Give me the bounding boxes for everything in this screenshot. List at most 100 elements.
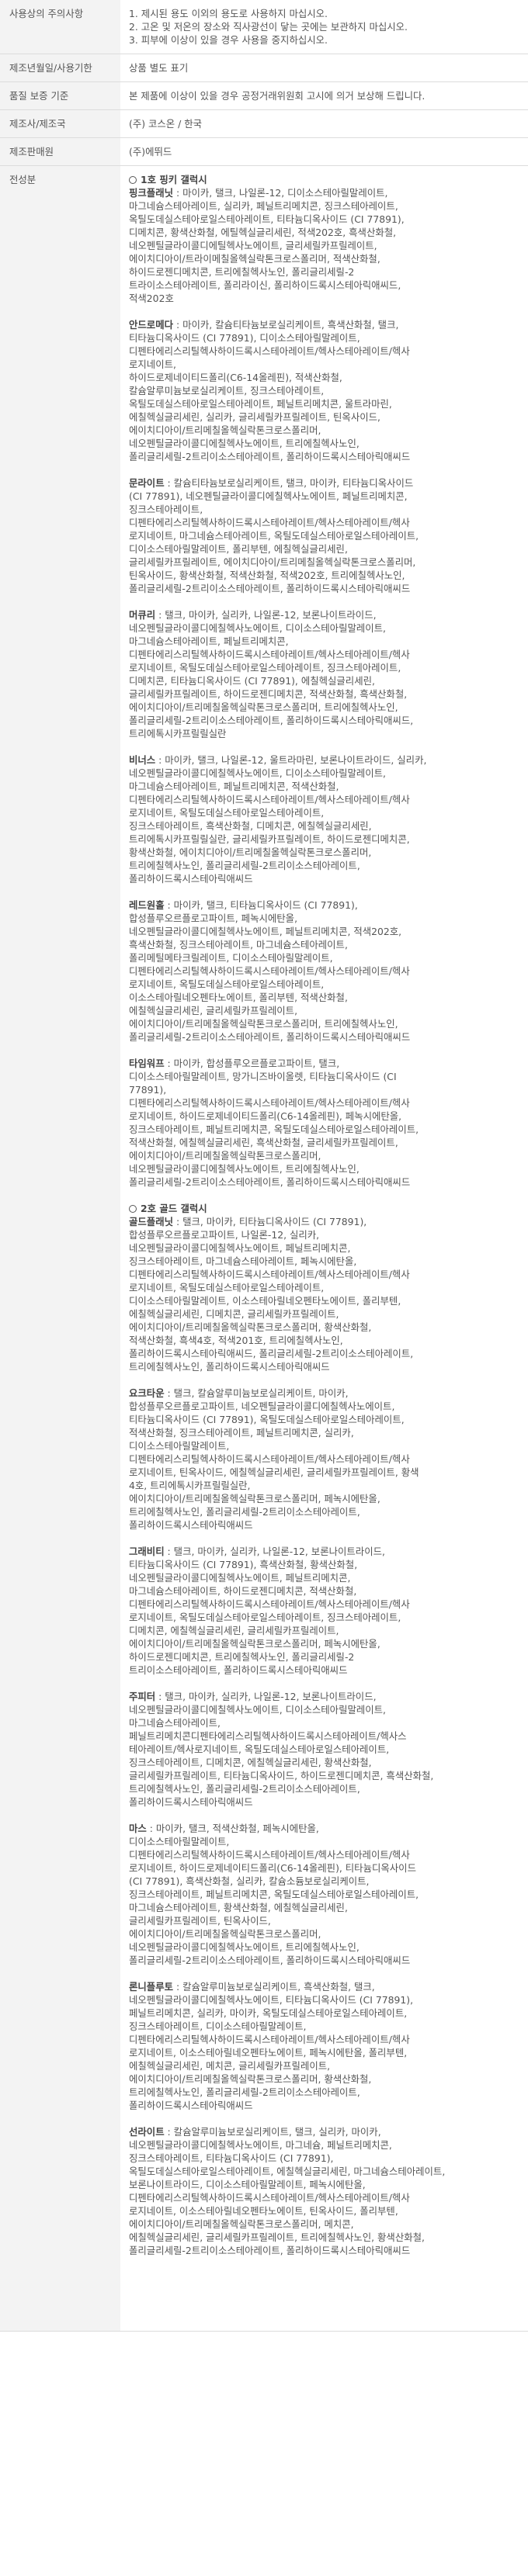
ingredient-line: 트리이소스테아레이트, 폴리하이드록시스테아릭애씨드	[129, 1664, 348, 1676]
ingredient-line: 디이소스테아릴말레이트,	[129, 1440, 230, 1452]
ingredient-line: 디펜타에리스리틸헥사하이드록시스테아레이트/헥사스테아레이트/헥사	[129, 1849, 410, 1861]
ingredient-line: 네오펜틸글라이콜디에칠헥사노에이트, 디이소스테아릴말레이트,	[129, 767, 386, 779]
ingredient-line: 폴리하이드록시스테아릭애씨드	[129, 2100, 253, 2111]
ingredient-text: 마이카, 탤크, 적색산화철, 페녹시에탄올,	[155, 1823, 319, 1834]
circle-icon	[129, 1204, 137, 1213]
info-value-line: (주) 코스온 / 한국	[129, 118, 203, 130]
ingredient-line: 옥틸도데실스테아로일스테아레이트, 페닐트리메치콘, 울트라마린,	[129, 398, 392, 410]
name-separator: :	[155, 1691, 165, 1702]
ingredient-line: 글리세릴카프릴레이트, 틴옥사이드,	[129, 1915, 271, 1927]
ingredient-line: 에이치디아이/트리메칠올헥실락톤크로스폴리머, 트리에칠헥사노인,	[129, 1018, 398, 1030]
info-label: 제조년월일/사용기한	[0, 54, 120, 82]
ingredient-line: 네오펜틸글라이콜디에틸헥사노에이트, 글리세릴카프릴레이트,	[129, 240, 377, 251]
ingredient-line: 폴리글리세릴-2트리이소스테아레이트, 폴리하이드록시스테아릭애씨드	[129, 1955, 411, 1966]
ingredient-line: 징크스테아레이트, 페닐트리메치콘, 옥틸도데실스테아로일스테아레이트,	[129, 1889, 419, 1900]
info-rows: 사용상의 주의사항 1. 제시된 용도 이외의 용도로 사용하지 마십시오. 2. …	[0, 0, 528, 166]
ingredient-line: 에이치디아이/트리메칠올헥실락톤크로스폴리머,	[129, 1150, 321, 1162]
info-label: 제조판매원	[0, 137, 120, 166]
ingredient-line: 디이소스테아릴말레이트, 이소스테아릴네오펜타노에이트, 폴리부텐,	[129, 1295, 401, 1307]
ingredient-line: 디펜타에리스리틸헥사하이드록시스테아레이트/헥사스테아레이트/헥사	[129, 517, 410, 528]
info-label: 사용상의 주의사항	[0, 0, 120, 54]
ingredient-text: 마이카, 탤크, 나일론-12, 울트라마린, 보론나이트라이드, 실리카,	[165, 754, 427, 766]
ingredient-line: 하이드로제네이티드폴리(C6-14올레핀), 적색산화철,	[129, 372, 342, 383]
ingredient-text: 탤크, 마이카, 실리카, 나일론-12, 보론나이트라이드,	[165, 1691, 377, 1702]
ingredient-line: 폴리하이드록시스테아릭애씨드	[129, 1519, 253, 1531]
product-ingredients: 머큐리 : 탤크, 마이카, 실리카, 나일론-12, 보론나이트라이드, 네오펜…	[129, 608, 520, 740]
ingredient-line: 비너스 : 마이카, 탤크, 나일론-12, 울트라마린, 보론나이트라이드, …	[129, 753, 520, 767]
ingredient-line: 합성플루오르플로고파이트, 네오펜틸글라이콜디에칠헥사노에이트,	[129, 1401, 395, 1412]
name-separator: :	[164, 2126, 174, 2138]
ingredient-group: 2호 골드 갤럭시 골드플래닛 : 탤크, 마이카, 티타늄디옥사이드 (CI 7…	[129, 1202, 520, 2257]
product-name: 타임워프	[129, 1058, 165, 1069]
ingredient-line: 트리에칠헥사노인, 폴리글리세릴-2트리이소스테아레이트,	[129, 1783, 360, 1795]
ingredient-line: 징크스테아레이트, 흑색산화철, 디메치콘, 에칠헥실글리세린,	[129, 820, 372, 832]
product-ingredients: 타임워프 : 마이카, 합성플루오르플로고파이트, 탤크, 디이소스테아릴말레이트…	[129, 1057, 520, 1189]
product-name: 마스	[129, 1823, 147, 1834]
ingredient-line: 마그네슘스테아레이트, 하이드로젠디메치콘, 적색산화철,	[129, 1585, 357, 1597]
group-heading: 1호 핑키 갤럭시	[129, 173, 520, 186]
name-separator: :	[173, 319, 183, 331]
ingredient-text: 마이카, 칼슘티타늄보로실리케이트, 흑색산화철, 탤크,	[182, 319, 399, 331]
ingredient-line: 네오펜틸글라이콜디에칠헥사노에이트, 트리에칠헥사노인,	[129, 1163, 360, 1175]
ingredient-line: 에이치디아이/트라이메칠올헥실락톤크로스폴리머, 적색산화철,	[129, 253, 380, 265]
info-value: (주) 코스온 / 한국	[120, 109, 528, 138]
name-separator: :	[146, 1823, 156, 1834]
ingredient-group: 1호 핑키 갤럭시 핑크플래닛 : 마이카, 탤크, 나일론-12, 디이소스테아…	[129, 173, 520, 1189]
ingredient-line: 77891),	[129, 1084, 167, 1096]
product-ingredients: 문라이트 : 칼슘티타늄보로실리케이트, 탤크, 마이카, 티타늄디옥사이드 (C…	[129, 476, 520, 595]
ingredient-line: 디이소스테아릴말레이트, 망가니즈바이올렛, 티타늄디옥사이드 (CI	[129, 1071, 397, 1082]
ingredient-line: 디펜타에리스리틸헥사하이드록시스테아레이트/헥사스테아레이트/헥사	[129, 1269, 410, 1280]
ingredient-line: 로지네이트, 하이드로제네이티드폴리(C6-14올레핀), 티타늄디옥사이드	[129, 1862, 416, 1874]
ingredients-list: 1호 핑키 갤럭시 핑크플래닛 : 마이카, 탤크, 나일론-12, 디이소스테아…	[120, 165, 528, 2332]
info-value-line: 상품 별도 표기	[129, 62, 189, 74]
info-label: 제조사/제조국	[0, 109, 120, 138]
product-name: 핑크플래닛	[129, 187, 173, 199]
product-ingredients: 비너스 : 마이카, 탤크, 나일론-12, 울트라마린, 보론나이트라이드, …	[129, 753, 520, 885]
ingredient-line: 디메치콘, 티타늄디옥사이드 (CI 77891), 에칠헥실글리세린,	[129, 675, 375, 687]
name-separator: :	[164, 1387, 174, 1399]
ingredient-line: 에이치디아이/트리메칠올헥실락톤크로스폴리머,	[129, 424, 321, 436]
ingredient-line: 테아레이트/헥사로지네이트, 옥틸도데실스테아로일스테아레이트,	[129, 1743, 390, 1755]
ingredient-line: 네오펜틸글라이콜디에칠헥사노에이트, 트리에칠헥사노인,	[129, 1941, 360, 1953]
ingredient-line: 로지네이트, 옥틸도데실스테아로일스테아레이트,	[129, 978, 325, 990]
ingredient-line: 로지네이트,	[129, 358, 176, 370]
ingredient-line: 선라이트 : 칼슘알루미늄보로실리케이트, 탤크, 실리카, 마이카,	[129, 2125, 520, 2138]
ingredient-line: 티타늄디옥사이드 (CI 77891), 디이소스테아릴말레이트,	[129, 332, 360, 344]
ingredient-line: 폴리글리세릴-2트리이소스테아레이트, 폴리하이드록시스테아릭애씨드	[129, 2245, 411, 2256]
product-name: 선라이트	[129, 2126, 165, 2138]
ingredient-text: 마이카, 탤크, 티타늄디옥사이드 (CI 77891),	[173, 899, 358, 911]
ingredient-line: 글리세릴카프릴레이트, 티타늄디옥사이드, 하이드로젠디메치콘, 흑색산화철,	[129, 1770, 434, 1781]
info-row: 사용상의 주의사항 1. 제시된 용도 이외의 용도로 사용하지 마십시오. 2. …	[0, 0, 528, 54]
ingredient-text: 탤크, 마이카, 실리카, 나일론-12, 보론나이트라이드,	[173, 1546, 385, 1557]
ingredient-line: 칼슘알루미늄보로실리케이트, 징크스테아레이트,	[129, 385, 325, 396]
ingredient-line: 네오펜틸글라이콜디에칠헥사노에이트, 트리에칠헥사노인,	[129, 438, 360, 449]
info-row: 품질 보증 기준 본 제품에 이상이 있을 경우 공정거래위원회 고시에 의거 보…	[0, 81, 528, 110]
ingredient-line: 징크스테아레이트, 마그네슘스테아레이트, 페녹시에탄올,	[129, 1255, 357, 1267]
ingredients-label: 전성분	[0, 165, 120, 2332]
ingredient-line: 폴리글리세릴-2트리이소스테아레이트, 폴리하이드록시스테아릭애씨드	[129, 1031, 411, 1043]
ingredient-line: 징크스테아레이트, 페닐트리메치콘, 옥틸도데실스테아로일스테아레이트,	[129, 1124, 419, 1135]
ingredient-line: 적색산화철, 징크스테아레이트, 페닐트리메치콘, 실리카,	[129, 1427, 354, 1439]
product-name: 요크타운	[129, 1387, 165, 1399]
product-ingredients: 레드원홀 : 마이카, 탤크, 티타늄디옥사이드 (CI 77891), 합성플루…	[129, 898, 520, 1044]
ingredient-line: 디펜타에리스리틸헥사하이드록시스테아레이트/헥사스테아레이트/헥사	[129, 794, 410, 805]
ingredient-line: 마그네슘스테아레이트, 실리카, 페닐트리메치콘, 징크스테아레이트,	[129, 200, 398, 212]
ingredient-line: 틴옥사이드, 황색산화철, 적색산화철, 적색202호, 트리에칠헥사노인,	[129, 570, 405, 581]
product-ingredients: 론니플루토 : 칼슘알루미늄보로실리케이트, 흑색산화철, 탤크, 네오펜틸글라이…	[129, 1980, 520, 2112]
info-row: 제조판매원 (주)에뛰드	[0, 137, 528, 166]
product-ingredients: 요크타운 : 탤크, 칼슘알루미늄보로실리케이트, 마이카, 합성플루오르플로고파…	[129, 1387, 520, 1532]
ingredient-line: 디펜타에리스리틸헥사하이드록시스테아레이트/헥사스테아레이트/헥사	[129, 1453, 410, 1465]
name-separator: :	[164, 477, 174, 489]
info-label: 품질 보증 기준	[0, 81, 120, 110]
ingredient-line: 폴리메틸메타크릴레이트, 디이소스테아릴말레이트,	[129, 952, 333, 964]
product-name: 골드플래닛	[129, 1216, 173, 1227]
ingredient-text: 칼슘알루미늄보로실리케이트, 흑색산화철, 탤크,	[182, 1981, 375, 1993]
product-ingredients: 마스 : 마이카, 탤크, 적색산화철, 페녹시에탄올, 디이소스테아릴말레이트,…	[129, 1822, 520, 1967]
product-name: 안드로메다	[129, 319, 173, 331]
ingredient-line: 폴리하이드록시스테아릭애씨드	[129, 873, 253, 885]
ingredient-line: 에이치디아이/트리메칠올헥실락톤크로스폴리머,	[129, 1928, 321, 1940]
ingredient-line: 하이드로젠디메치콘, 트리에칠헥사노인, 폴리글리세릴-2	[129, 266, 355, 278]
ingredient-line: 핑크플래닛 : 마이카, 탤크, 나일론-12, 디이소스테아릴말레이트,	[129, 186, 520, 199]
group-title: 1호 핑키 갤럭시	[141, 174, 207, 185]
ingredient-line: 타임워프 : 마이카, 합성플루오르플로고파이트, 탤크,	[129, 1057, 520, 1070]
